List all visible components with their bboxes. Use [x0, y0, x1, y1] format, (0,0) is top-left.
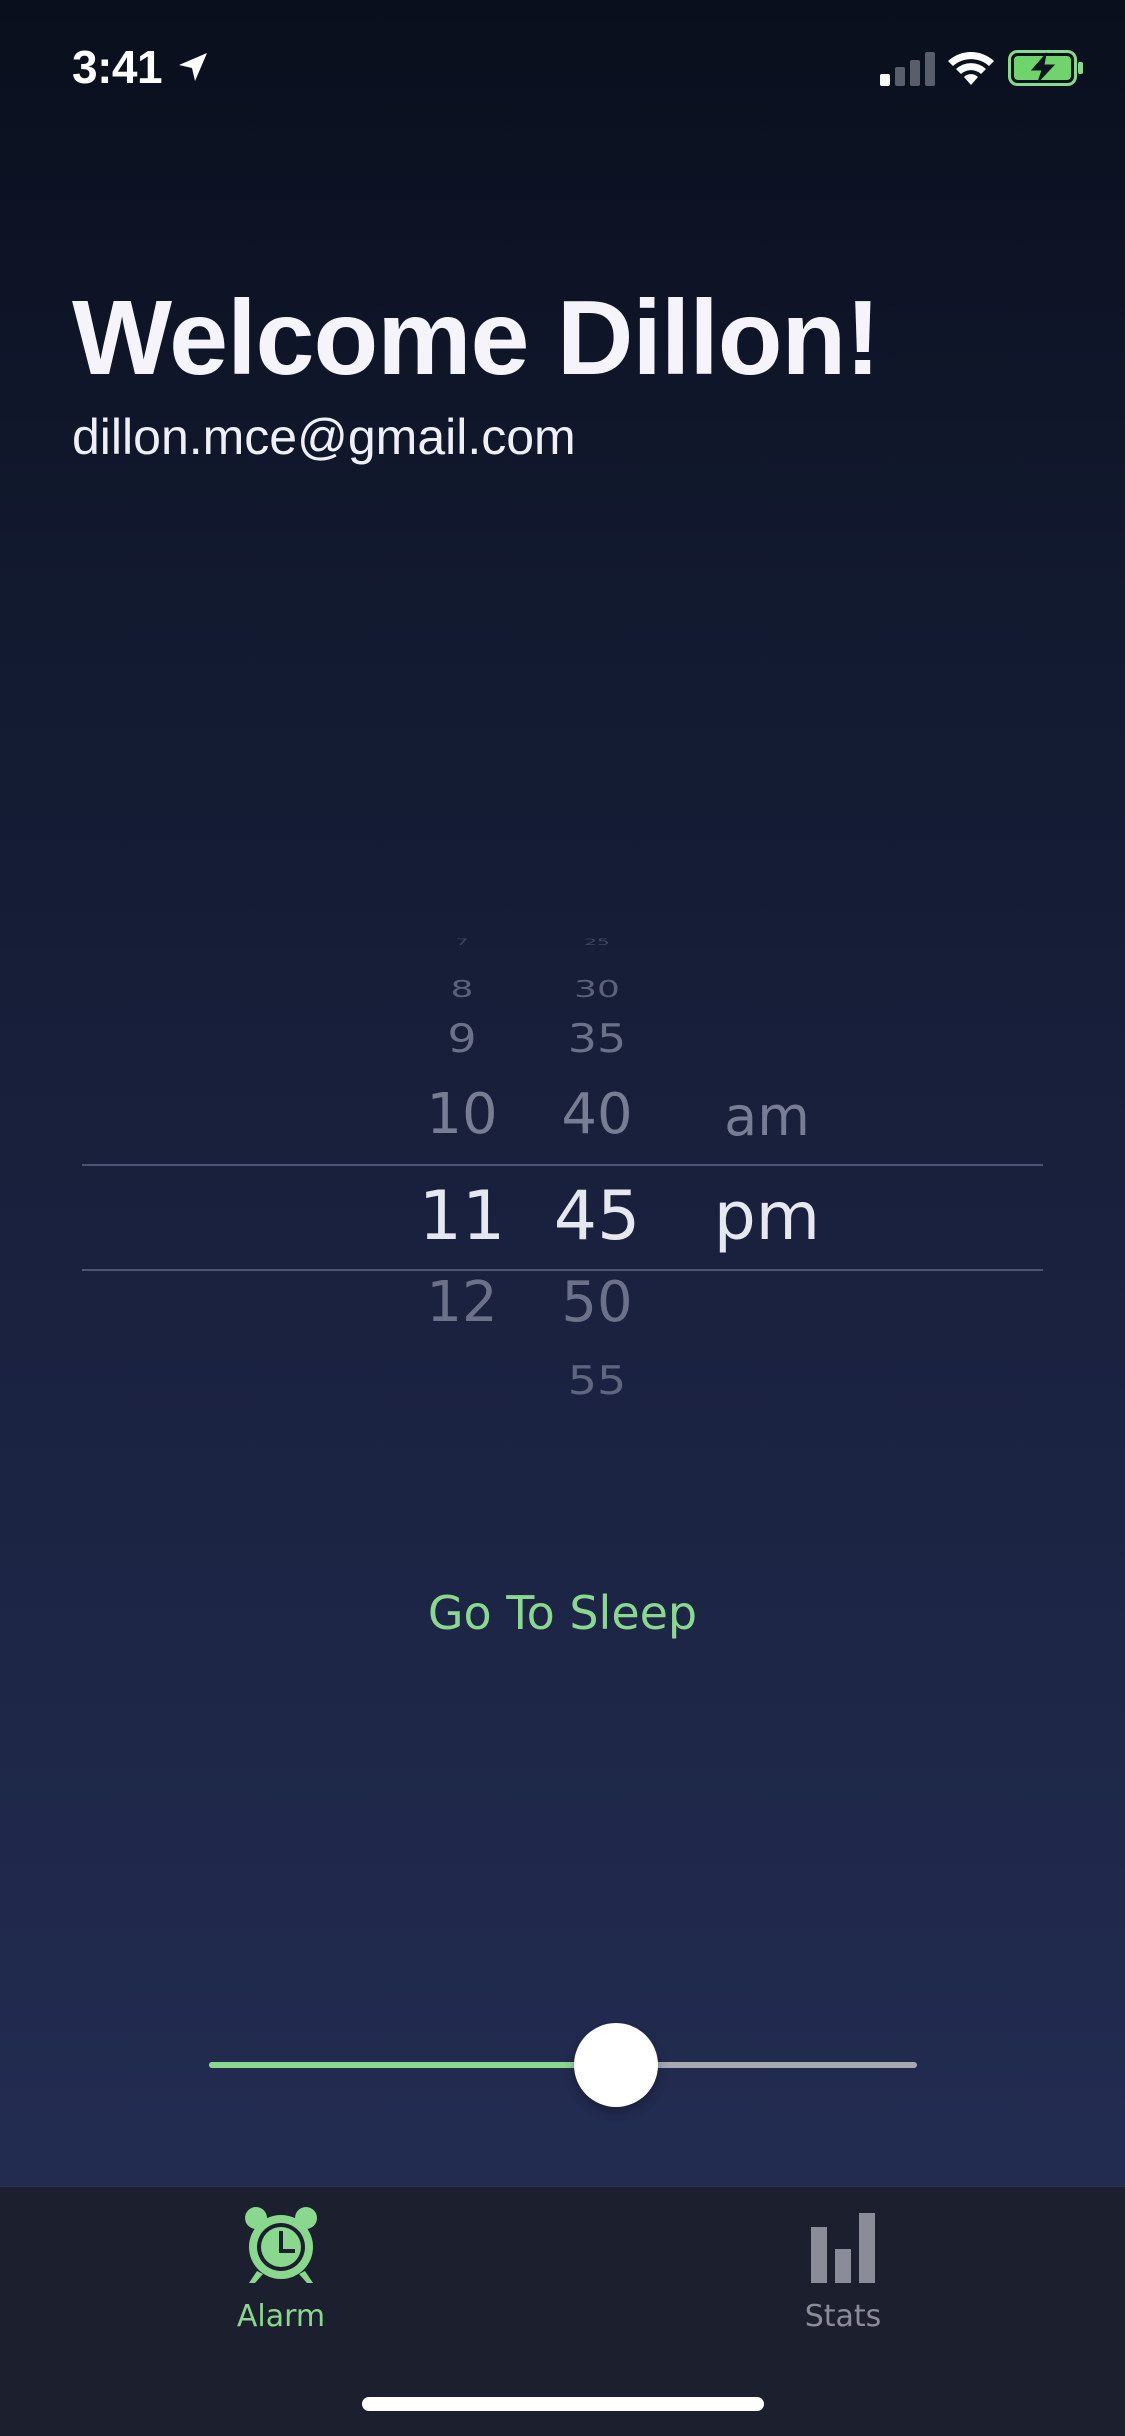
- slider-fill: [209, 2062, 617, 2068]
- welcome-title: Welcome Dillon!: [72, 279, 881, 397]
- slider-thumb[interactable]: [574, 2023, 659, 2107]
- home-indicator[interactable]: [362, 2397, 764, 2411]
- picker-selection-top-divider: [82, 1164, 1043, 1166]
- battery-charging-icon: [1008, 50, 1083, 86]
- cellular-signal-icon: [880, 52, 935, 86]
- status-time: 3:41: [72, 41, 163, 93]
- go-to-sleep-button[interactable]: Go To Sleep: [330, 1578, 795, 1648]
- tab-alarm-label: Alarm: [236, 2299, 326, 2334]
- location-arrow-icon: [179, 53, 207, 81]
- selected-period[interactable]: pm: [645, 1180, 889, 1254]
- tab-alarm[interactable]: Alarm: [171, 2203, 391, 2343]
- sleep-slider[interactable]: [209, 2020, 917, 2110]
- wifi-icon: [948, 52, 994, 85]
- period-option-am[interactable]: am: [645, 1086, 889, 1148]
- minute-option[interactable]: 30: [475, 977, 719, 1003]
- alarm-clock-icon: [245, 2207, 317, 2283]
- app-screen: 3:41 Welcome Dillon! dillon.mce@gmail.co…: [0, 0, 1125, 2436]
- user-email: dillon.mce@gmail.com: [72, 409, 576, 465]
- tab-stats[interactable]: Stats: [733, 2203, 953, 2343]
- minute-option[interactable]: 55: [475, 1358, 719, 1403]
- time-picker[interactable]: 7 8 9 10 11 12 25 30 35 40 45 50 55 am p…: [82, 938, 1043, 1420]
- minute-option[interactable]: 35: [475, 1016, 719, 1061]
- minute-option[interactable]: 50: [475, 1272, 719, 1334]
- minute-option[interactable]: 25: [475, 938, 719, 947]
- bar-chart-icon: [811, 2213, 875, 2283]
- tab-stats-label: Stats: [804, 2299, 882, 2334]
